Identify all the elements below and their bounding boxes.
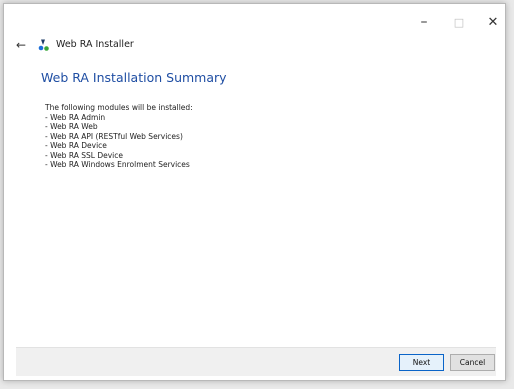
page-title: Web RA Installation Summary <box>41 70 227 85</box>
minimize-button[interactable]: – <box>413 14 435 30</box>
summary-content: The following modules will be installed:… <box>45 103 193 170</box>
back-arrow-icon[interactable]: ← <box>14 38 28 52</box>
next-button[interactable]: Next <box>399 354 444 371</box>
module-item: - Web RA Web <box>45 122 98 131</box>
module-item: - Web RA API (RESTful Web Services) <box>45 131 183 141</box>
module-list: - Web RA Admin - Web RA Web - Web RA API… <box>45 113 193 170</box>
module-item: - Web RA Windows Enrolment Services <box>45 160 190 169</box>
window-title: Web RA Installer <box>56 39 134 50</box>
cancel-button[interactable]: Cancel <box>450 354 495 371</box>
module-item: - Web RA Admin <box>45 112 106 122</box>
maximize-button[interactable]: □ <box>448 14 470 30</box>
module-item: - Web RA Device <box>45 141 107 150</box>
web-ra-logo-icon <box>38 39 49 51</box>
summary-intro: The following modules will be installed: <box>45 103 193 112</box>
close-button[interactable]: ✕ <box>482 14 504 30</box>
module-item: - Web RA SSL Device <box>45 150 123 160</box>
installer-window: – □ ✕ ← Web RA Installer Web RA Installa… <box>3 3 506 381</box>
